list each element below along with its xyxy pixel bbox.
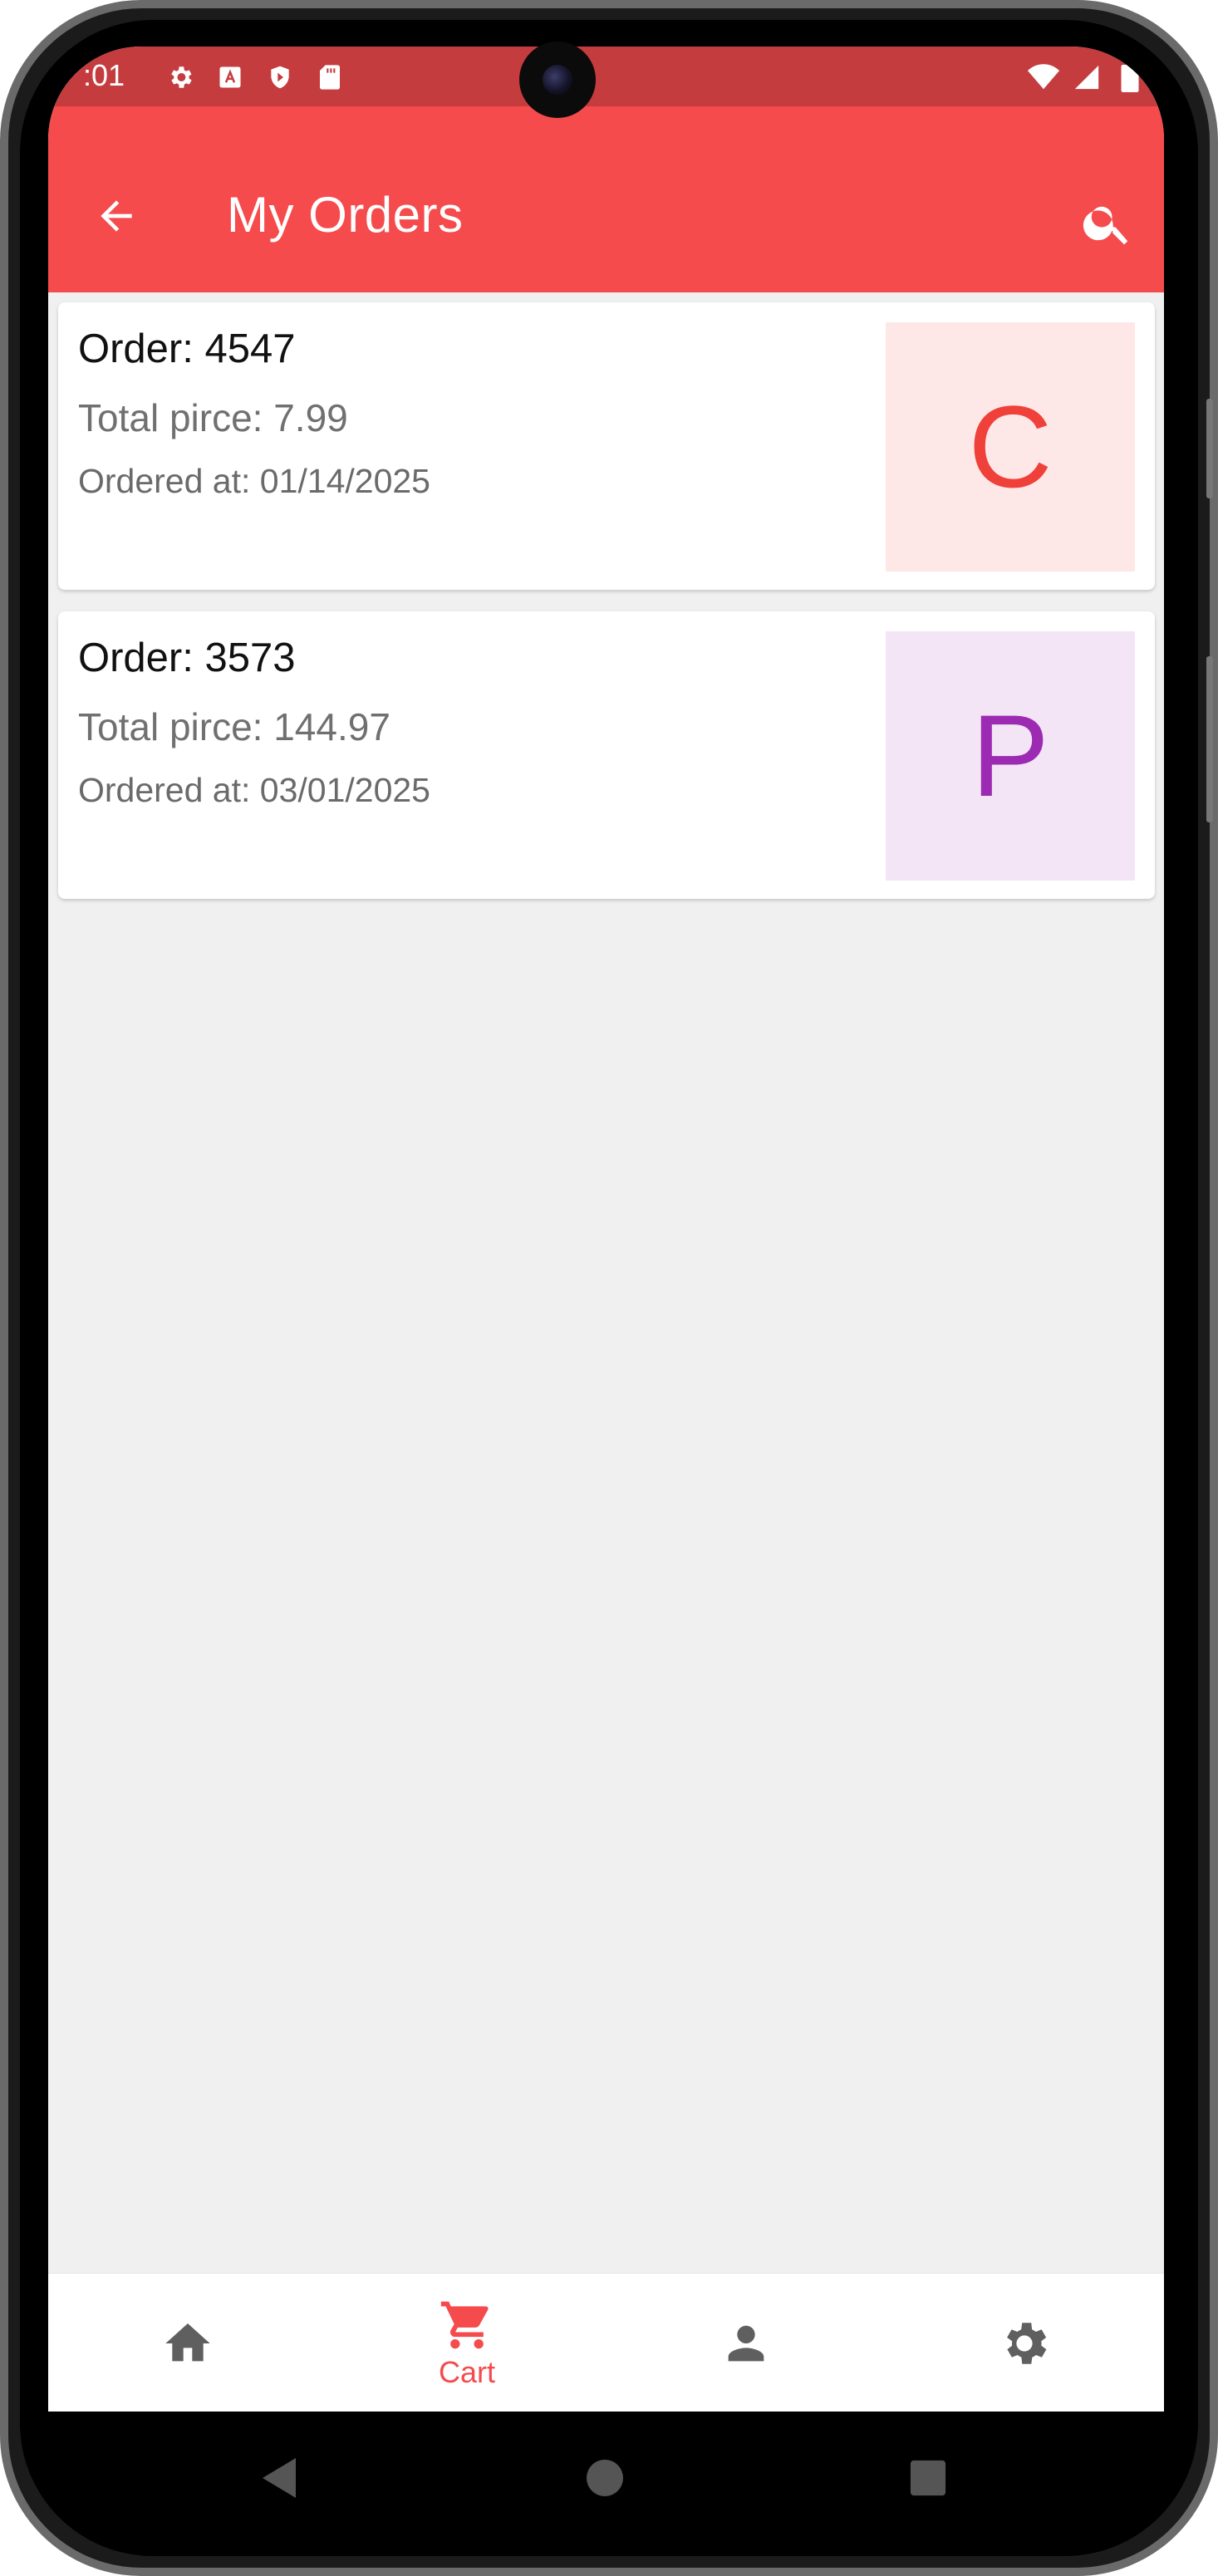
system-navigation-bar [0,2412,1218,2536]
shield-notification-icon [264,61,296,93]
front-camera [519,42,596,118]
app-bar: My Orders [48,106,1164,292]
order-card[interactable]: Order: 4547 Total pirce: 7.99 Ordered at… [58,302,1155,590]
square-recents-icon [910,2460,946,2496]
order-card[interactable]: Order: 3573 Total pirce: 144.97 Ordered … [58,611,1155,899]
nav-label-cart: Cart [438,2354,495,2389]
system-back-button[interactable] [254,2453,304,2503]
page-title: My Orders [227,187,464,243]
settings-icon [1007,2322,1047,2364]
nav-item-profile[interactable] [607,2274,886,2412]
cart-icon [440,2301,489,2348]
order-total-price: Total pirce: 144.97 [78,705,390,748]
back-button[interactable] [86,186,146,246]
person-icon [728,2325,764,2361]
search-button[interactable] [1074,189,1141,256]
cellular-signal-icon [1071,61,1103,93]
search-icon [1083,206,1128,245]
sd-card-notification-icon [314,61,346,93]
system-home-button[interactable] [580,2453,630,2503]
status-bar: :01 [48,47,1164,106]
notification-icons [165,61,346,93]
order-date: Ordered at: 01/14/2025 [78,462,430,500]
settings-notification-icon [165,61,196,93]
power-button [1206,656,1213,822]
order-number: Order: 4547 [78,326,296,371]
order-number: Order: 3573 [78,635,296,680]
battery-icon [1114,61,1146,93]
system-status-icons [1028,61,1146,93]
home-icon [165,2323,210,2361]
order-date: Ordered at: 03/01/2025 [78,771,430,809]
bottom-navigation: Cart [48,2273,1164,2412]
order-total-price: Total pirce: 7.99 [78,396,348,439]
triangle-back-icon [263,2458,296,2498]
arrow-back-icon [101,200,132,232]
nav-item-settings[interactable] [885,2274,1164,2412]
nav-item-home[interactable] [48,2274,327,2412]
system-recents-button[interactable] [903,2453,953,2503]
nav-item-cart[interactable]: Cart [327,2274,607,2412]
order-thumbnail: P [886,631,1135,881]
app-screen: :01 My Orders Order: 4547 Total pirce: 7… [48,47,1164,2412]
status-time: :01 [83,58,125,92]
circle-home-icon [587,2460,623,2496]
order-thumbnail: C [886,322,1135,572]
volume-button [1206,399,1213,498]
font-notification-icon [214,61,246,93]
wifi-icon [1028,61,1059,93]
